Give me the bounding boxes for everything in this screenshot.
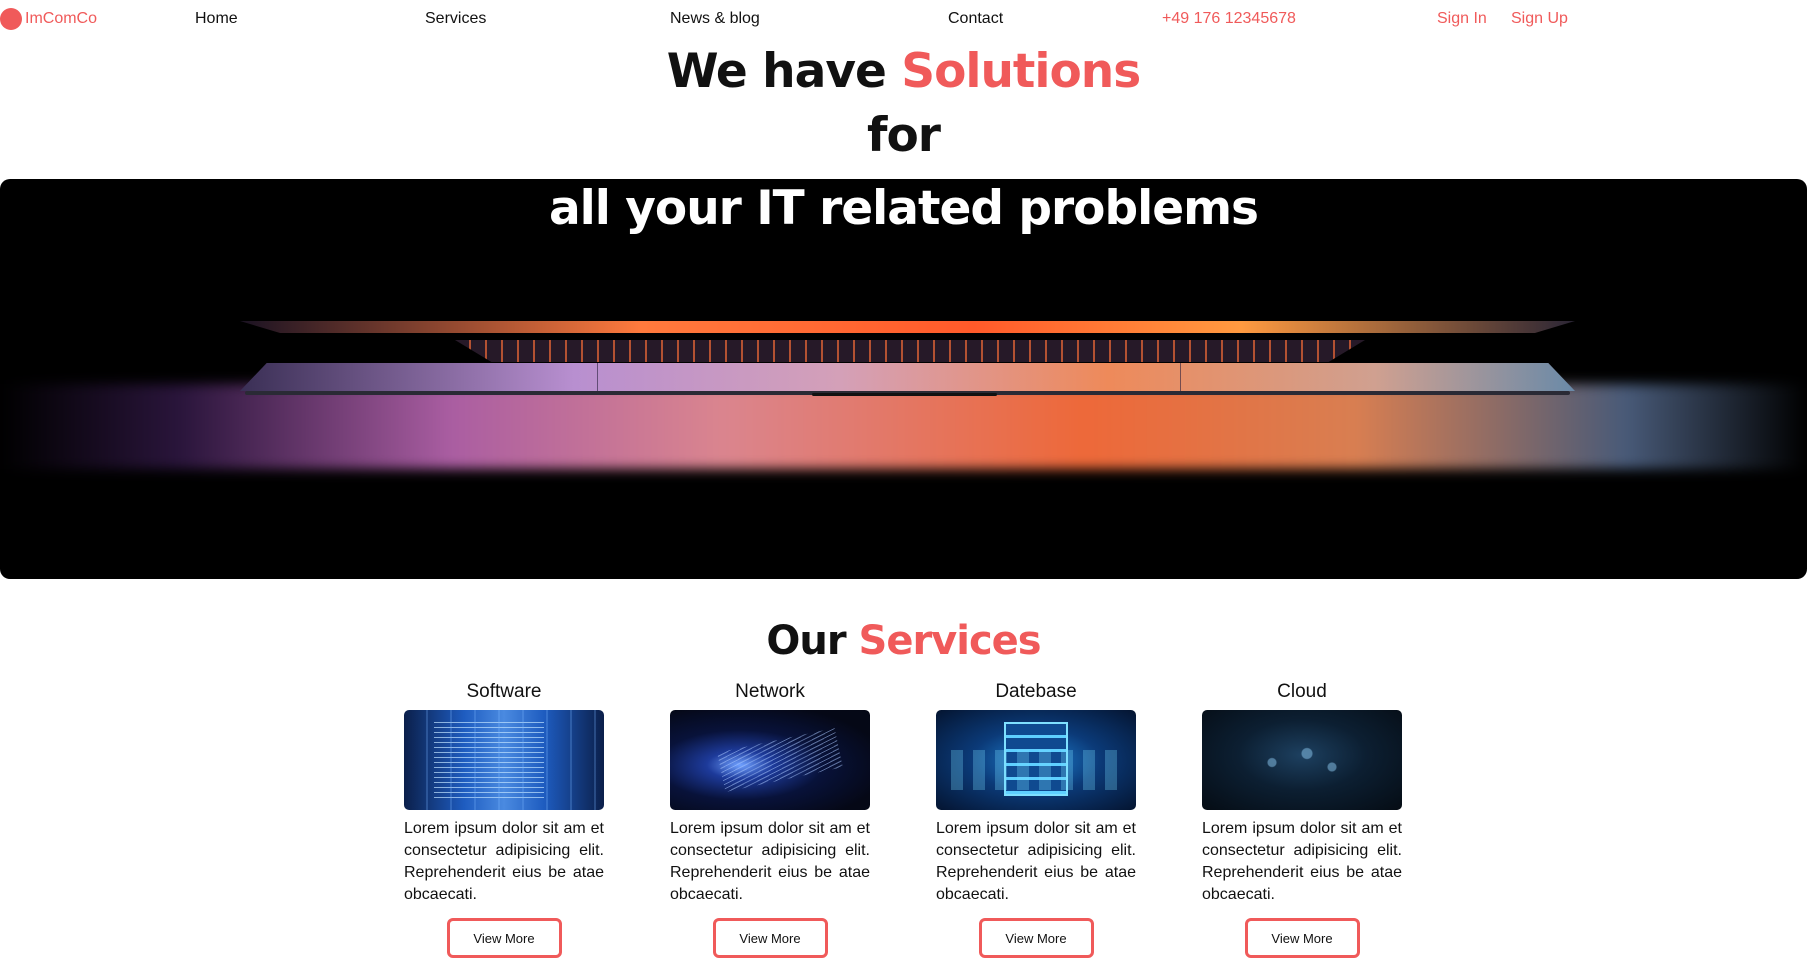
- cloud-image: [1202, 710, 1402, 810]
- service-card-text: Lorem ipsum dolor sit am et consectetur …: [1202, 820, 1402, 903]
- service-card-text: Lorem ipsum dolor sit am et consectetur …: [404, 820, 604, 903]
- service-card-title: Datebase: [995, 681, 1077, 702]
- top-navbar: ImComCo Home Services News & blog Contac…: [0, 0, 1807, 40]
- sign-up-link[interactable]: Sign Up: [1511, 10, 1568, 28]
- laptop-lid: [240, 321, 1575, 333]
- brand-logo[interactable]: ImComCo: [0, 8, 97, 30]
- nav-phone-link[interactable]: +49 176 12345678: [1162, 10, 1296, 28]
- logo-circle-icon: [0, 8, 22, 30]
- laptop-notch: [812, 393, 997, 396]
- view-more-button-network[interactable]: View More: [712, 918, 828, 958]
- service-card-database: Datebase Lorem ipsum dolor sit am et con…: [936, 680, 1136, 958]
- hero-title-part1: We have: [666, 44, 902, 99]
- laptop-glow: [0, 384, 1807, 469]
- services-title: Our Services: [0, 615, 1807, 667]
- service-card-software: Software Lorem ipsum dolor sit am et con…: [404, 680, 604, 958]
- service-card-cloud: Cloud Lorem ipsum dolor sit am et consec…: [1202, 680, 1402, 958]
- laptop-trackpad: [597, 363, 1181, 391]
- nav-services-link[interactable]: Services: [425, 10, 486, 28]
- view-more-button-cloud[interactable]: View More: [1244, 918, 1360, 958]
- hero-title-accent: Solutions: [901, 44, 1141, 99]
- laptop-keyboard: [455, 340, 1365, 362]
- software-image: [404, 710, 604, 810]
- network-image: [670, 710, 870, 810]
- hero-title-line2: for: [867, 108, 941, 163]
- services-cards: Software Lorem ipsum dolor sit am et con…: [404, 680, 1404, 960]
- hero-banner: all your IT related problems: [0, 179, 1807, 579]
- service-card-title: Software: [466, 681, 542, 702]
- view-more-button-database[interactable]: View More: [978, 918, 1094, 958]
- hero-title: We have Solutions: [0, 42, 1807, 102]
- service-card-title: Network: [735, 681, 805, 702]
- nav-news-link[interactable]: News & blog: [670, 10, 760, 28]
- service-card-network: Network Lorem ipsum dolor sit am et cons…: [670, 680, 870, 958]
- service-card-text: Lorem ipsum dolor sit am et consectetur …: [670, 820, 870, 903]
- service-card-title: Cloud: [1277, 681, 1327, 702]
- view-more-button-software[interactable]: View More: [446, 918, 562, 958]
- service-card-text: Lorem ipsum dolor sit am et consectetur …: [936, 820, 1136, 903]
- nav-home-link[interactable]: Home: [195, 10, 238, 28]
- services-title-accent: Services: [858, 618, 1042, 664]
- hero-title-line3: all your IT related problems: [548, 181, 1259, 236]
- services-title-part1: Our: [766, 618, 859, 664]
- brand-name: ImComCo: [25, 10, 98, 27]
- nav-contact-link[interactable]: Contact: [948, 10, 1003, 28]
- sign-in-link[interactable]: Sign In: [1437, 10, 1487, 28]
- database-image: [936, 710, 1136, 810]
